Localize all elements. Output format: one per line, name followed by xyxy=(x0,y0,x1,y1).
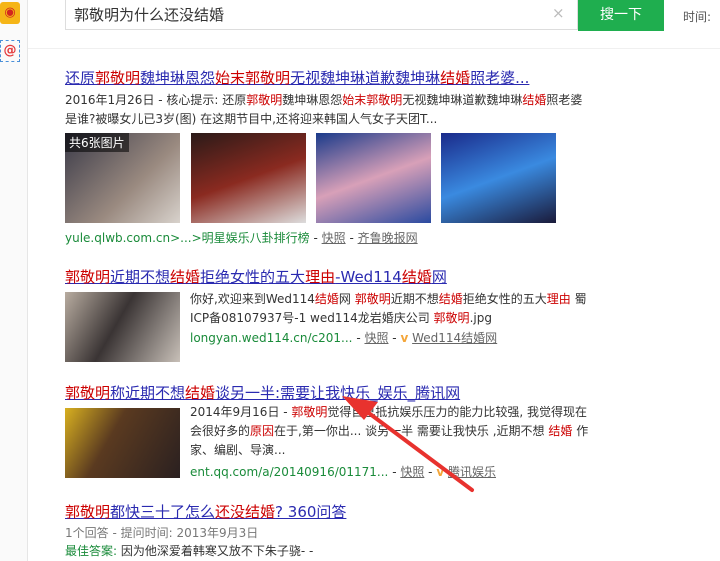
red-arrow-annotation xyxy=(342,396,474,492)
